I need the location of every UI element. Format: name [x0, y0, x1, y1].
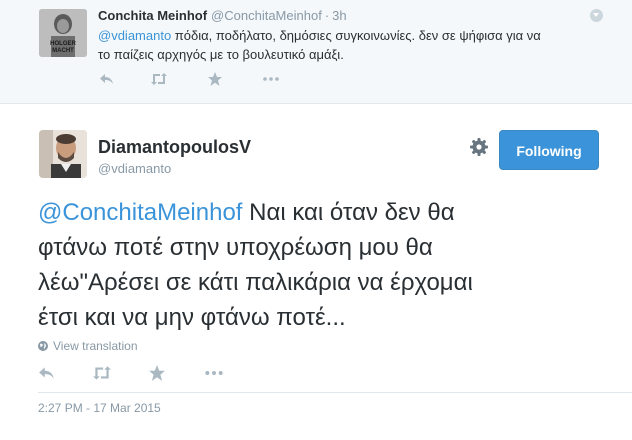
- tweet-mention[interactable]: @ConchitaMeinhof: [38, 199, 242, 226]
- reply-text-line2: το παίζεις αρχηγός με το βουλευτικό αμάξ…: [98, 47, 344, 62]
- reply-author-name[interactable]: Conchita Meinhof: [98, 8, 207, 23]
- avatar-text-line1: HOLGER: [50, 41, 76, 47]
- tweet-text-line4: έτσι και να μην φτάνω ποτέ...: [38, 304, 346, 331]
- tweet-text-line2: φτάνω ποτέ στην υποχρέωση μου θα: [38, 234, 433, 261]
- view-translation-link[interactable]: View translation: [38, 339, 138, 353]
- reply-mention[interactable]: @vdiamanto: [98, 28, 171, 43]
- reply-timestamp[interactable]: 3h: [332, 8, 346, 23]
- retweet-icon[interactable]: [150, 71, 168, 89]
- author-avatar[interactable]: [39, 130, 87, 178]
- reply-header: Conchita Meinhof @ConchitaMeinhof · 3h: [98, 8, 347, 23]
- reply-tweet[interactable]: HOLGER MACHT Conchita Meinhof @ConchitaMe…: [0, 0, 632, 104]
- reply-text: @vdiamanto πόδια, ποδήλατο, δημόσιες συγ…: [98, 26, 598, 64]
- following-button[interactable]: Following: [499, 130, 599, 170]
- tweet-text-line1: Ναι και όταν δεν θα: [242, 199, 455, 226]
- chevron-down-icon[interactable]: [590, 9, 603, 22]
- globe-icon: [38, 341, 48, 351]
- reply-separator: ·: [324, 8, 330, 23]
- author-avatar-image: [39, 130, 87, 178]
- gear-icon[interactable]: [468, 136, 490, 158]
- more-icon[interactable]: [262, 71, 280, 89]
- view-translation-label: View translation: [53, 339, 138, 353]
- author-name[interactable]: DiamantopoulosV: [98, 137, 251, 158]
- divider: [38, 392, 632, 393]
- reply-author-handle[interactable]: @ConchitaMeinhof: [211, 8, 322, 23]
- reply-icon[interactable]: [38, 364, 56, 382]
- more-icon[interactable]: [204, 364, 223, 382]
- retweet-icon[interactable]: [92, 364, 111, 382]
- reply-avatar[interactable]: HOLGER MACHT: [39, 9, 87, 57]
- reply-text-line1: πόδια, ποδήλατο, δημόσιες συγκοινωνίες. …: [171, 28, 541, 43]
- tweet-timestamp: 2:27 PM - 17 Mar 2015: [38, 401, 161, 415]
- tweet-text-line3: λέω"Αρέσει σε κάτι παλικάρια να έρχομαι: [38, 269, 473, 296]
- star-icon[interactable]: [206, 71, 224, 89]
- reply-icon[interactable]: [98, 71, 116, 89]
- reply-avatar-image: HOLGER MACHT: [39, 9, 87, 57]
- tweet-text: @ConchitaMeinhof Ναι και όταν δεν θα φτάν…: [38, 195, 618, 335]
- star-icon[interactable]: [148, 364, 166, 382]
- avatar-text-line2: MACHT: [52, 48, 74, 54]
- author-handle[interactable]: @vdiamanto: [98, 161, 171, 176]
